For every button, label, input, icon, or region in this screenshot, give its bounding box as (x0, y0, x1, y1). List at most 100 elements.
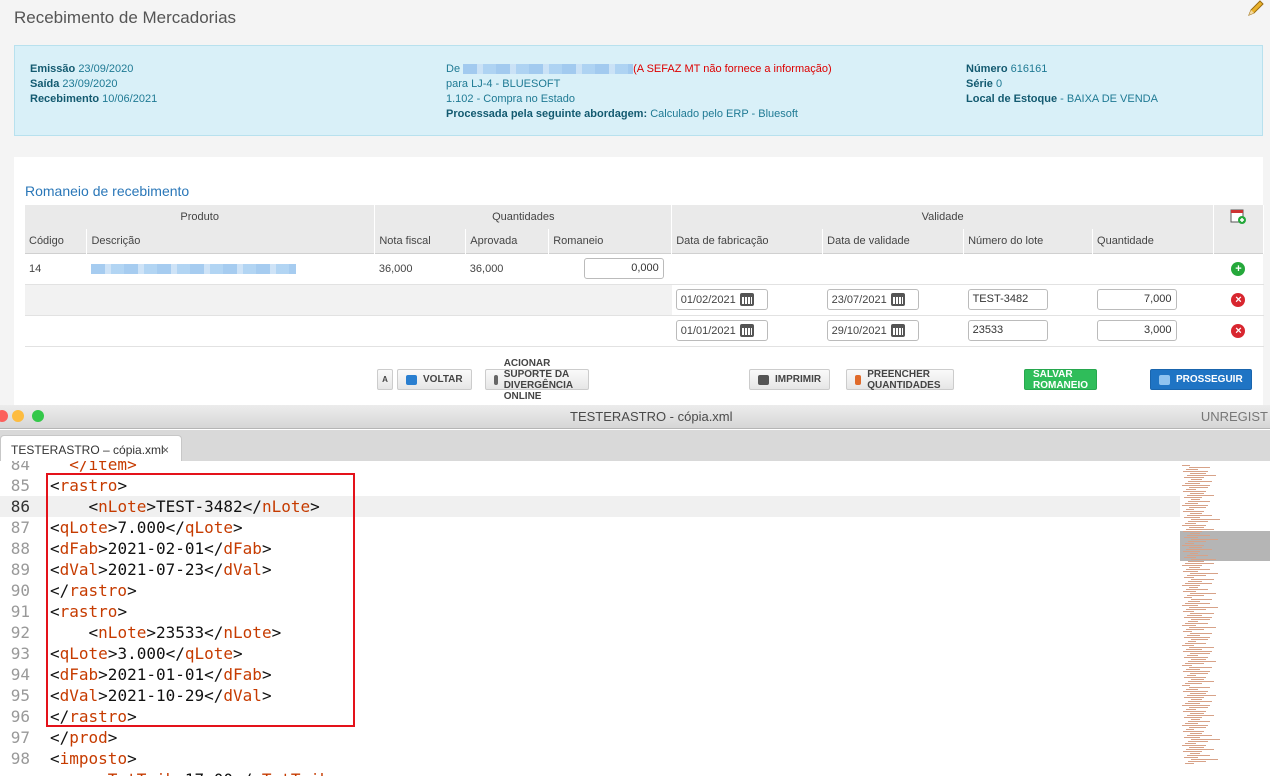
romaneio-input[interactable]: 0,000 (583, 258, 664, 279)
line-number: 97 (10, 728, 30, 747)
minimap-stroke (1182, 645, 1194, 646)
minimap[interactable] (1180, 461, 1270, 776)
lot-2-data-fab-text: 01/01/2021 (680, 324, 736, 337)
suporte-button[interactable]: ACIONAR SUPORTE DA DIVERGÊNCIA ONLINE (485, 358, 590, 402)
close-tab-icon[interactable]: × (162, 443, 169, 457)
minimap-stroke (1186, 529, 1214, 530)
minimap-stroke (1189, 727, 1206, 728)
line-text: <imposto> (50, 749, 137, 768)
minimap-stroke (1183, 511, 1204, 512)
page-title: Recebimento de Mercadorias (14, 8, 237, 27)
minimap-stroke (1189, 647, 1214, 648)
suporte-label: ACIONAR SUPORTE DA DIVERGÊNCIA ONLINE (503, 357, 573, 402)
saida-label: Saída (30, 78, 60, 90)
product-description-redacted (86, 252, 375, 285)
add-lot-icon[interactable]: + (1231, 261, 1246, 276)
minimap-stroke (1185, 703, 1200, 704)
lot-1-data-fab[interactable]: 01/02/2021 (675, 289, 768, 310)
line-text: </prod> (50, 728, 118, 747)
minimap-stroke (1184, 737, 1200, 738)
preencher-button[interactable]: PREENCHER QUANTIDADES (846, 369, 955, 391)
lot-1-lote-input[interactable]: TEST-3482 (967, 289, 1048, 310)
pencil-icon[interactable] (1246, 0, 1266, 18)
minimap-stroke (1183, 691, 1208, 692)
emissao-label: Emissão (30, 63, 76, 75)
voltar-button[interactable]: VOLTAR (397, 369, 472, 390)
minimap-stroke (1184, 617, 1212, 618)
line-number: 96 (10, 707, 30, 726)
calendar-icon[interactable] (739, 293, 754, 306)
local-label: Local de Estoque (966, 93, 1058, 105)
minimap-stroke (1182, 625, 1196, 626)
romaneio-cell: 0,000 (548, 252, 672, 285)
lot-2-fab-cell: 01/01/2021 (671, 315, 823, 347)
salvar-button[interactable]: SALVAR ROMANEIO (1024, 368, 1097, 391)
abordagem-label: Processada pela seguinte abordagem: (446, 108, 648, 120)
lot-1-qtd-cell: 7,000 (1092, 284, 1214, 316)
minimap-stroke (1187, 655, 1198, 656)
minimap-stroke (1187, 495, 1214, 496)
font-size-icon[interactable]: A (377, 369, 393, 390)
minimap-stroke (1190, 513, 1202, 514)
calendar-icon[interactable] (739, 324, 754, 337)
minimap-stroke (1182, 545, 1204, 546)
line-number: 90 (10, 581, 30, 600)
close-window-icon[interactable] (0, 410, 8, 422)
minimap-stroke (1189, 467, 1210, 468)
line-number: 85 (10, 476, 30, 495)
minimap-stroke (1185, 563, 1214, 564)
zoom-window-icon[interactable] (32, 410, 44, 422)
calendar-icon[interactable] (890, 293, 905, 306)
minimap-stroke (1185, 683, 1202, 684)
add-cell: + (1213, 252, 1264, 285)
minimap-stroke (1186, 589, 1208, 590)
minimap-stroke (1183, 671, 1210, 672)
minimap-stroke (1184, 477, 1204, 478)
minimap-stroke (1190, 733, 1202, 734)
minimap-stroke (1191, 759, 1218, 760)
minimap-stroke (1191, 739, 1220, 740)
line-number: 91 (10, 602, 30, 621)
minimap-stroke (1191, 679, 1204, 680)
editor-tab[interactable]: TESTERASTRO – cópia.xml × (0, 435, 182, 461)
minimap-stroke (1187, 735, 1212, 736)
imprimir-button[interactable]: IMPRIMIR (749, 369, 831, 390)
minimap-stroke (1182, 705, 1210, 706)
remove-lot-icon[interactable]: × (1231, 292, 1246, 307)
lot-2-data-fab[interactable]: 01/01/2021 (675, 320, 768, 341)
minimap-stroke (1187, 535, 1210, 536)
minimap-stroke (1185, 603, 1210, 604)
minimap-stroke (1187, 715, 1214, 716)
minimap-stroke (1184, 637, 1210, 638)
prosseguir-label: PROSSEGUIR (1176, 374, 1243, 385)
calendar-add-icon[interactable] (1213, 205, 1265, 229)
prosseguir-button[interactable]: PROSSEGUIR (1150, 369, 1252, 390)
lot-1-quantidade-input[interactable]: 7,000 (1096, 289, 1177, 310)
minimap-stroke (1182, 745, 1206, 746)
salvar-label: SALVAR ROMANEIO (1033, 368, 1088, 391)
minimap-stroke (1184, 677, 1206, 678)
lot-2-lote-input[interactable]: 23533 (967, 320, 1048, 341)
minimap-stroke (1187, 575, 1206, 576)
lot-2-data-val[interactable]: 29/10/2021 (826, 320, 919, 341)
minimap-stroke (1182, 565, 1202, 566)
minimap-stroke (1186, 729, 1194, 730)
serie-label: Série (966, 78, 993, 90)
minimap-stroke (1188, 561, 1204, 562)
minimize-window-icon[interactable] (12, 410, 24, 422)
minimap-stroke (1188, 541, 1206, 542)
minimap-stroke (1185, 743, 1196, 744)
tab-label: TESTERASTRO – cópia.xml (11, 443, 164, 457)
product-nota-fiscal: 36,000 (374, 252, 466, 285)
lot-2-quantidade-input[interactable]: 3,000 (1096, 320, 1177, 341)
minimap-stroke (1191, 719, 1200, 720)
lot-2-remove-cell: × (1213, 315, 1264, 347)
remove-lot-icon[interactable]: × (1231, 323, 1246, 338)
minimap-stroke (1187, 635, 1200, 636)
minimap-stroke (1183, 631, 1192, 632)
window-titlebar: TESTERASTRO - cópia.xml UNREGIST (0, 405, 1270, 429)
lot-1-data-val[interactable]: 23/07/2021 (826, 289, 919, 310)
calendar-icon[interactable] (890, 324, 905, 337)
emissao-value: 23/09/2020 (78, 63, 134, 75)
minimap-stroke (1185, 763, 1194, 764)
